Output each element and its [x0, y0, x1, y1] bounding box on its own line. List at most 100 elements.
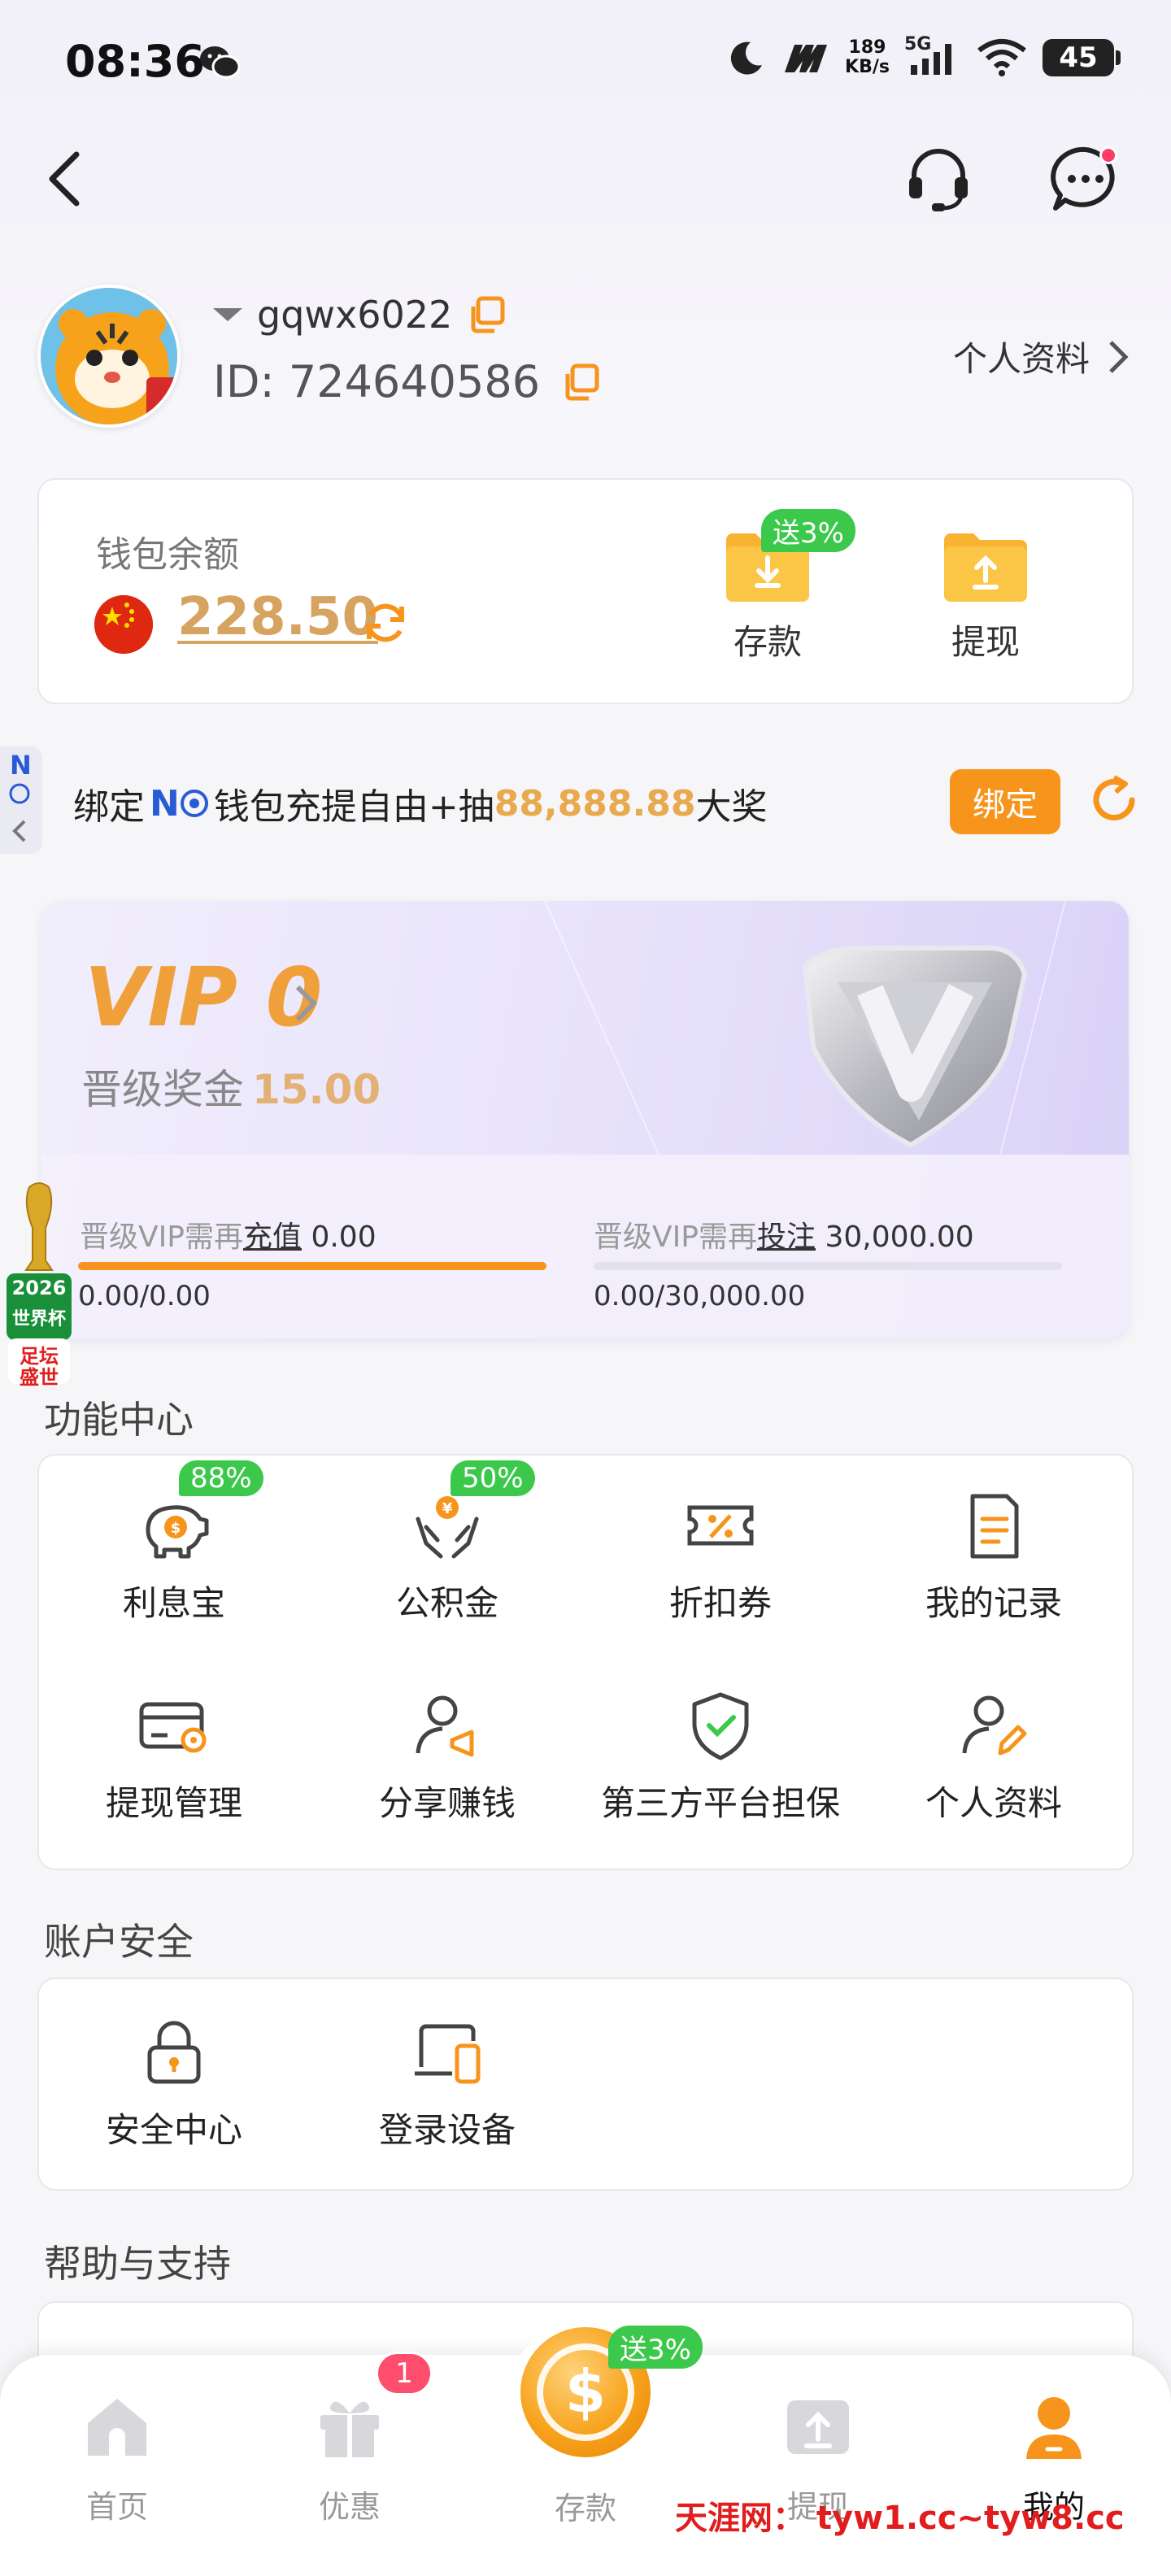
profile-link[interactable]: 个人资料	[953, 332, 1130, 381]
func-share-earn-label: 分享赚钱	[378, 1783, 516, 1823]
func-interest[interactable]: $ 利息宝	[52, 1486, 296, 1625]
bind-promo-text: 绑定 N 钱包充提自由+抽 88,888.88 大奖	[73, 777, 767, 829]
caret-down-icon[interactable]	[213, 308, 242, 321]
user-megaphone-icon	[416, 1695, 474, 1757]
security-center[interactable]: 安全中心	[52, 2013, 296, 2152]
profile-link-label: 个人资料	[952, 339, 1090, 379]
vip-deposit-requirement: 晋级VIP需再充值 0.00	[80, 1213, 377, 1255]
func-withdraw-manage[interactable]: 提现管理	[52, 1686, 296, 1825]
svg-text:¥: ¥	[442, 1500, 453, 1517]
func-guarantee[interactable]: 第三方平台担保	[599, 1686, 842, 1825]
nav-deposit[interactable]: 存款	[504, 2483, 667, 2528]
vip-level: VIP 0	[85, 950, 323, 1045]
account-security-title: 账户安全	[44, 1920, 194, 1964]
nav-deposit-label: 存款	[554, 2491, 616, 2526]
cup-line1: 2026	[11, 1277, 67, 1299]
deposit-progress-text: 0.00/0.00	[78, 1280, 211, 1312]
coupon-icon	[687, 1505, 754, 1546]
provident-rate-badge: 50%	[451, 1460, 535, 1496]
bind-prefix: 绑定	[73, 786, 145, 828]
watermark: 天涯网： tyw1.cc~tyw8.cc	[675, 2500, 1125, 2537]
copy-id-icon[interactable]	[561, 363, 600, 402]
hands-coin-icon: ¥	[416, 1496, 479, 1559]
document-icon	[970, 1494, 1019, 1559]
login-devices[interactable]: 登录设备	[325, 2013, 569, 2152]
wechat-icon	[200, 46, 241, 79]
refresh-icon[interactable]	[1088, 774, 1140, 826]
unread-dot	[1099, 146, 1117, 164]
nb-side-tab[interactable]: N	[0, 746, 42, 854]
vip-bet-prefix: 晋级VIP需再	[594, 1221, 757, 1254]
func-withdraw-manage-label: 提现管理	[105, 1783, 242, 1823]
vip-shield-icon	[802, 946, 1028, 1148]
wallet-balance: 228.50	[177, 587, 378, 647]
func-provident-label: 公积金	[395, 1583, 498, 1623]
account-security-card: 安全中心 登录设备	[37, 1978, 1134, 2191]
withdraw-button[interactable]: 提现	[912, 522, 1059, 664]
func-interest-label: 利息宝	[122, 1583, 225, 1623]
bind-button[interactable]: 绑定	[950, 769, 1060, 834]
lock-icon	[147, 2021, 201, 2084]
user-icon	[1026, 2397, 1082, 2459]
card-gear-icon	[139, 1702, 207, 1753]
func-coupon[interactable]: 折扣券	[599, 1486, 842, 1625]
nav-home-label: 首页	[85, 2489, 148, 2525]
login-devices-label: 登录设备	[378, 2110, 516, 2150]
devices-icon	[415, 2024, 481, 2084]
func-records[interactable]: 我的记录	[872, 1486, 1116, 1625]
chevron-right-icon	[1109, 340, 1129, 373]
vip-bet-link[interactable]: 投注	[757, 1221, 816, 1254]
vip-deposit-link[interactable]: 充值	[243, 1221, 302, 1254]
battery-indicator: 45	[1043, 39, 1121, 76]
bind-middle: 钱包充提自由+抽	[213, 786, 494, 828]
promotions-count-badge: 1	[376, 2352, 433, 2395]
nav-promotions[interactable]: 优惠	[268, 2389, 431, 2526]
func-profile[interactable]: 个人资料	[872, 1686, 1116, 1825]
brand-m-icon	[785, 45, 828, 72]
home-icon	[88, 2399, 146, 2456]
deposit-progress-bar	[78, 1262, 546, 1270]
nb-letter: N	[150, 782, 180, 825]
cup-line4: 盛世	[20, 1366, 59, 1389]
nb-coin-icon	[180, 790, 208, 817]
bind-prize: 88,888.88	[494, 782, 696, 825]
deposit-label: 存款	[733, 622, 802, 662]
vip-bonus: 晋级奖金 15.00	[81, 1057, 381, 1116]
support-button[interactable]	[903, 143, 974, 215]
refresh-balance-icon[interactable]	[361, 598, 410, 647]
svg-text:$: $	[171, 1520, 181, 1537]
avatar[interactable]	[37, 285, 181, 428]
svg-text:$: $	[565, 2357, 606, 2426]
nb-logo-icon	[9, 783, 30, 842]
world-cup-badge[interactable]: 2026 世界杯 足坛 盛世	[5, 1179, 73, 1389]
back-button[interactable]	[41, 146, 89, 211]
nav-home[interactable]: 首页	[36, 2389, 198, 2526]
status-time: 08:36	[65, 36, 205, 87]
function-center-card: $ 利息宝 88% ¥ 公积金 50% 折扣券 我的记录 提现管理 分享赚钱 第…	[37, 1454, 1134, 1870]
func-coupon-label: 折扣券	[668, 1583, 772, 1623]
shield-check-icon	[692, 1692, 749, 1760]
nb-logo: N	[150, 783, 209, 825]
gift-icon	[320, 2401, 379, 2457]
interest-rate-badge: 88%	[179, 1460, 263, 1496]
chevron-right-icon	[295, 985, 318, 1022]
withdraw-folder-icon	[941, 522, 1030, 603]
bet-progress-text: 0.00/30,000.00	[594, 1280, 806, 1312]
func-guarantee-label: 第三方平台担保	[600, 1783, 840, 1823]
function-center-title: 功能中心	[44, 1398, 194, 1442]
wallet-card: 钱包余额 228.50 存款 送3% 提现	[37, 478, 1134, 704]
vip-bonus-amount: 15.00	[252, 1066, 381, 1113]
cup-line2: 世界杯	[11, 1309, 66, 1329]
wifi-icon	[977, 39, 1026, 76]
user-id: ID: 724640586	[213, 356, 541, 407]
status-indicators: 189 KB/s 5G 45	[726, 34, 1121, 78]
copy-icon[interactable]	[467, 295, 506, 334]
func-provident[interactable]: ¥ 公积金	[325, 1486, 569, 1625]
vip-card[interactable]: VIP 0 晋级奖金 15.00 晋级VIP需再充值 0.00 0.00/0.00…	[41, 901, 1129, 1338]
vip-bet-amount: 30,000.00	[825, 1221, 974, 1254]
username: gqwx6022	[257, 293, 453, 337]
func-share-earn[interactable]: 分享赚钱	[325, 1686, 569, 1825]
piggy-bank-icon: $	[146, 1505, 209, 1559]
vip-bet-requirement: 晋级VIP需再投注 30,000.00	[594, 1213, 974, 1255]
security-center-label: 安全中心	[105, 2110, 242, 2150]
